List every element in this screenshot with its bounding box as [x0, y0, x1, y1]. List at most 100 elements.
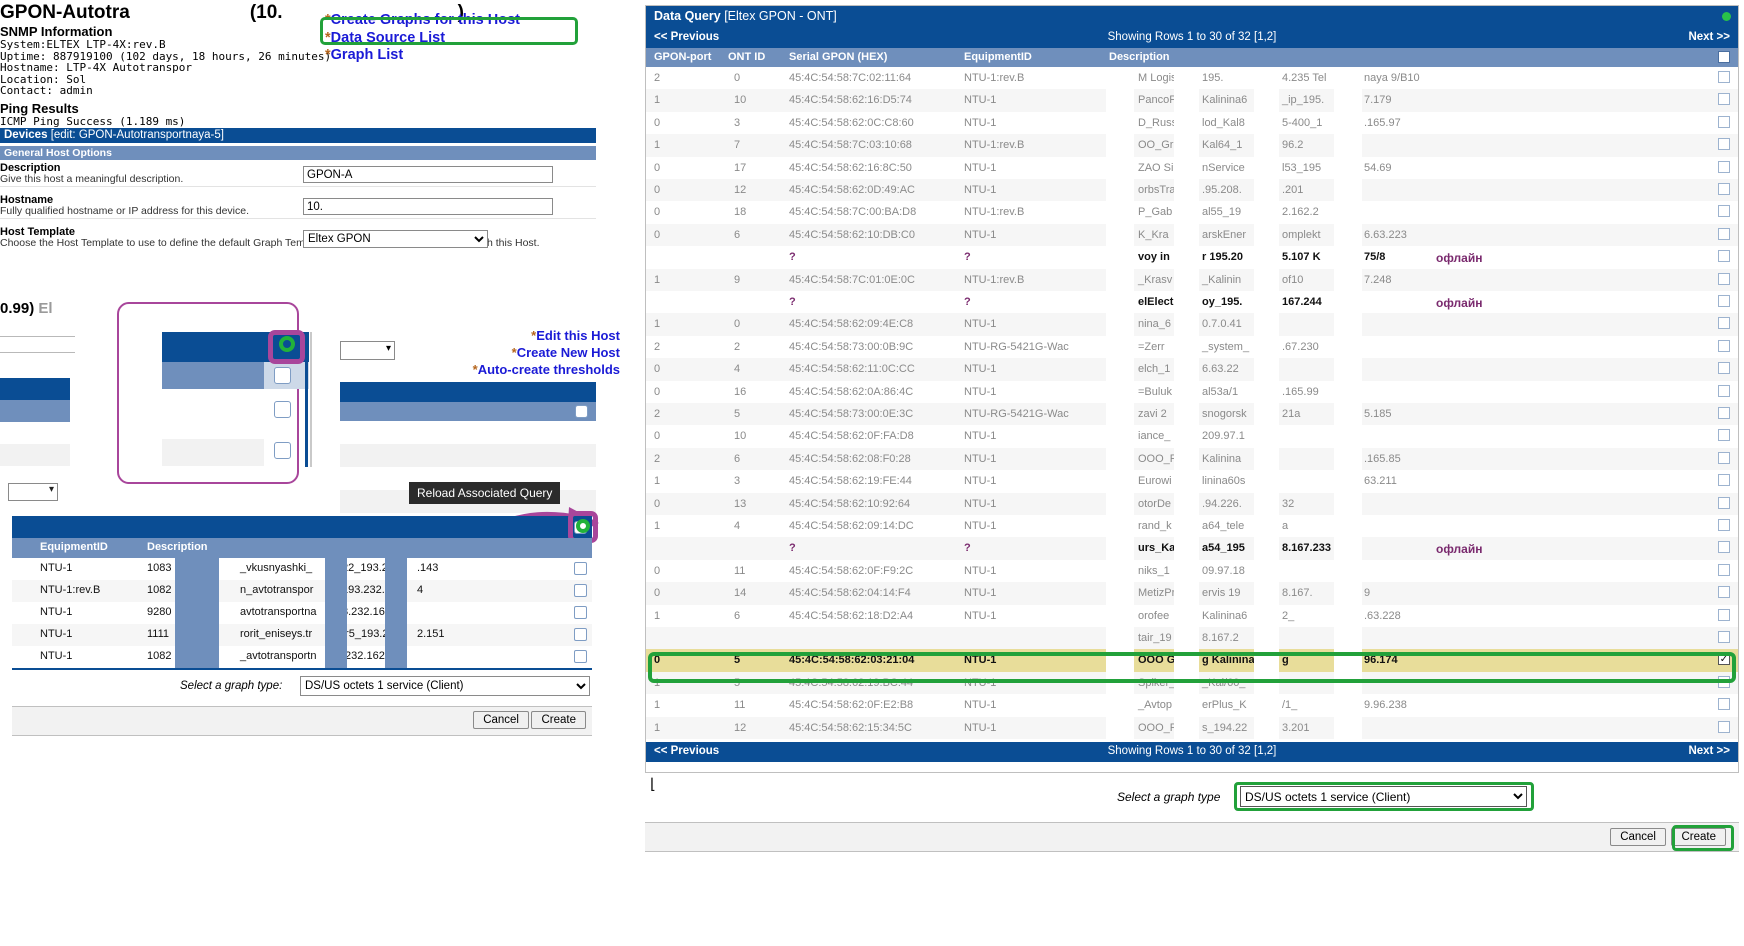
row-checkbox[interactable]	[1718, 339, 1730, 352]
row-checkbox[interactable]	[1718, 295, 1730, 307]
row-checkbox[interactable]	[1718, 205, 1730, 218]
cell-d3: arskEner	[1202, 228, 1247, 241]
stub-select[interactable]	[8, 483, 58, 501]
cell-serial: 45:4C:54:58:62:16:D5:74	[789, 94, 912, 107]
cell-d2: OOO_R	[1138, 721, 1178, 734]
stub-subsection-bar	[0, 400, 70, 422]
row-checkbox[interactable]	[1718, 71, 1730, 83]
row-checkbox[interactable]	[1718, 675, 1730, 688]
row-checkbox[interactable]	[574, 584, 587, 597]
cell-ont: 12	[734, 184, 747, 196]
cell-desc-2: 3.232.16	[342, 606, 385, 618]
inset-checkbox[interactable]	[274, 401, 291, 418]
row-checkbox[interactable]	[1718, 115, 1730, 128]
table-row[interactable]: NTU-1 9280 avtotransportna 3.232.16	[12, 602, 592, 624]
redaction-mask-col	[1254, 67, 1279, 744]
cell-ont: 6	[734, 452, 741, 465]
select-all-checkbox[interactable]	[1718, 51, 1730, 63]
cell-ont: 5	[734, 408, 741, 420]
description-input[interactable]	[303, 166, 553, 183]
cell-d2: orbsTra	[1138, 184, 1176, 196]
cell-d4: 5.107 K	[1282, 251, 1321, 264]
cell-equipmentid: NTU-1:rev.B	[40, 584, 101, 596]
stub-row-right-alt	[340, 444, 596, 467]
row-checkbox[interactable]	[1718, 93, 1730, 106]
cell-d5: naya 9/B10	[1364, 72, 1420, 84]
host-template-select[interactable]: Eltex GPON	[303, 230, 488, 248]
row-checkbox[interactable]	[1718, 317, 1730, 330]
row-checkbox[interactable]	[1718, 362, 1730, 375]
table-row[interactable]: NTU-1:rev.B 1082 n_avtotranspor 193.232.…	[12, 580, 592, 602]
cell-serial: 45:4C:54:58:7C:03:10:68	[789, 139, 912, 152]
cell-d3: Kal64_1	[1202, 139, 1243, 152]
inset-subheader-bar	[162, 362, 264, 389]
row-checkbox[interactable]	[1718, 451, 1730, 464]
cell-serial: 45:4C:54:58:62:03:21:04	[789, 654, 915, 667]
row-checkbox[interactable]	[1718, 138, 1730, 151]
inset-checkbox[interactable]	[274, 367, 291, 384]
cell-serial: 45:4C:54:58:62:09:14:DC	[789, 520, 914, 532]
cell-equipmentid: NTU-1	[40, 562, 73, 574]
row-checkbox[interactable]	[1718, 519, 1730, 531]
cell-d4: _ip_195.	[1282, 94, 1325, 107]
cell-port: 1	[654, 609, 661, 622]
redaction-mask	[175, 552, 219, 668]
cell-d5: .63.228	[1364, 609, 1401, 622]
link-edit-this-host[interactable]: *Edit this Host	[400, 327, 620, 344]
host-title-ip-open: (10.	[249, 2, 283, 23]
row-checkbox[interactable]	[1718, 183, 1730, 195]
link-auto-create-thresholds[interactable]: *Auto-create thresholds	[400, 361, 620, 378]
row-checkbox[interactable]	[1718, 608, 1730, 621]
link-create-new-host[interactable]: *Create New Host	[400, 344, 620, 361]
row-checkbox[interactable]	[1718, 541, 1730, 554]
cancel-button[interactable]: Cancel	[473, 711, 529, 729]
row-checkbox[interactable]	[574, 628, 587, 641]
row-checkbox[interactable]	[1718, 698, 1730, 711]
table-row[interactable]: NTU-1 1111 rorit_eniseys.tr tr5_193.2 2.…	[12, 624, 592, 646]
cell-ont: 5	[734, 654, 741, 667]
row-checkbox[interactable]	[1718, 384, 1730, 397]
highlight-ring-create-graphs	[320, 17, 578, 45]
next-link-bottom[interactable]: Next >>	[1688, 745, 1730, 757]
cell-d4: 8.167.	[1282, 587, 1313, 600]
stub-select-right[interactable]	[340, 341, 395, 360]
cancel-button[interactable]: Cancel	[1610, 828, 1666, 846]
highlight-ring-create-button	[1672, 825, 1734, 851]
stub-select-all-checkbox[interactable]	[575, 405, 588, 418]
row-checkbox[interactable]	[1718, 429, 1730, 442]
data-query-graph-type-row: Select a graph type DS/US octets 1 servi…	[645, 782, 1739, 812]
row-checkbox[interactable]	[1718, 563, 1730, 576]
cell-d3: _Kalinin	[1202, 273, 1242, 286]
cell-d3: Kalinina6	[1202, 609, 1248, 622]
ping-line-result: ICMP Ping Success (1.189 ms)	[0, 115, 186, 128]
row-checkbox[interactable]	[1718, 227, 1730, 240]
row-checkbox[interactable]	[1718, 160, 1730, 173]
row-checkbox[interactable]	[1718, 586, 1730, 599]
row-checkbox[interactable]	[1718, 720, 1730, 733]
row-checkbox[interactable]	[1718, 407, 1730, 419]
row-checkbox[interactable]	[1718, 631, 1730, 643]
row-checkbox[interactable]	[574, 606, 587, 619]
row-checkbox[interactable]	[1718, 250, 1730, 263]
cell-d4: 167.244	[1282, 296, 1322, 308]
next-link-top[interactable]: Next >>	[1688, 31, 1730, 43]
row-checkbox[interactable]	[574, 562, 587, 575]
table-row[interactable]: NTU-1 1082 _avtotransportn .232.162.	[12, 646, 592, 668]
link-label: Create New Host	[516, 345, 620, 360]
select-all-checkbox-highlight-icon[interactable]	[279, 336, 295, 352]
left-graph-type-select[interactable]: DS/US octets 1 service (Client)	[300, 676, 590, 696]
table-row[interactable]: NTU-1 1083 _vkusnyashki_ 22_193.2 .143	[12, 558, 592, 580]
row-checkbox[interactable]: ✓	[1718, 653, 1730, 666]
row-checkbox[interactable]	[1718, 496, 1730, 509]
row-checkbox[interactable]	[574, 650, 587, 663]
cell-equip: NTU-1	[964, 385, 997, 398]
create-button[interactable]: Create	[531, 711, 586, 729]
data-query-column-header: GPON-port ONT ID Serial GPON (HEX) Equip…	[646, 48, 1738, 67]
hostname-input[interactable]	[303, 198, 553, 215]
cell-ont: 14	[734, 587, 747, 600]
link-graph-list[interactable]: *Graph List	[325, 47, 620, 65]
row-checkbox[interactable]	[1718, 474, 1730, 487]
inset-checkbox[interactable]	[274, 442, 291, 459]
cell-serial: 45:4C:54:58:62:0C:C8:60	[789, 116, 914, 129]
row-checkbox[interactable]	[1718, 272, 1730, 285]
